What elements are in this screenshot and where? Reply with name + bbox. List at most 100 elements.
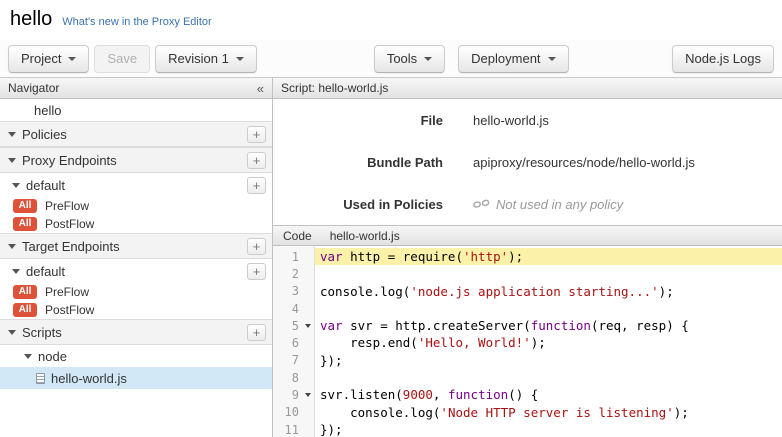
nav-item-node-folder[interactable]: node [0, 345, 272, 367]
code-line-1[interactable]: var http = require('http'); [315, 248, 782, 265]
page-header: hello What's new in the Proxy Editor [0, 0, 782, 40]
project-menu-label: Project [21, 51, 61, 66]
line-number: 8 [273, 371, 302, 385]
nav-item-target-postflow[interactable]: All PostFlow [0, 301, 272, 319]
nav-item-hello-label: hello [34, 103, 61, 118]
line-number: 6 [273, 336, 302, 350]
nav-item-proxy-postflow-label: PostFlow [45, 217, 94, 231]
caret-down-icon [548, 57, 556, 61]
caret-down-icon [424, 57, 432, 61]
add-proxy-flow-button[interactable]: + [247, 177, 266, 194]
add-policy-button[interactable]: + [247, 126, 266, 143]
nav-item-proxy-preflow-label: PreFlow [45, 199, 89, 213]
all-badge: All [13, 217, 37, 231]
caret-down-icon [68, 57, 76, 61]
nav-item-hello-world-js[interactable]: hello-world.js [0, 367, 272, 389]
gutter-line-7[interactable]: 7 [273, 352, 314, 369]
add-target-endpoint-button[interactable]: + [247, 238, 266, 255]
code-line-3[interactable]: console.log('node.js application startin… [315, 283, 782, 300]
nav-item-proxy-preflow[interactable]: All PreFlow [0, 197, 272, 215]
script-panel-title: Script: hello-world.js [281, 81, 388, 95]
add-proxy-endpoint-button[interactable]: + [247, 152, 266, 169]
toolbar: Project Save Revision 1 Tools Deployment… [0, 40, 782, 78]
code-line-2[interactable] [315, 265, 782, 282]
nav-section-policies[interactable]: Policies + [0, 121, 272, 147]
nav-item-node-folder-label: node [38, 349, 67, 364]
nav-item-target-preflow[interactable]: All PreFlow [0, 283, 272, 301]
script-info-form: File hello-world.js Bundle Path apiproxy… [273, 99, 782, 225]
nav-section-scripts[interactable]: Scripts + [0, 319, 272, 345]
gutter-line-11[interactable]: 11 [273, 421, 314, 437]
line-number: 3 [273, 284, 302, 298]
tools-menu-label: Tools [387, 51, 417, 66]
gutter-line-8[interactable]: 8 [273, 369, 314, 386]
gutter-line-2[interactable]: 2 [273, 265, 314, 282]
nav-item-target-default[interactable]: default + [0, 259, 272, 283]
chevron-down-icon [12, 183, 20, 188]
code-gutter[interactable]: 1 2 3 4 5 6 7 8 9 10 11 [273, 246, 315, 437]
save-button[interactable]: Save [94, 45, 150, 73]
gutter-line-3[interactable]: 3 [273, 283, 314, 300]
nav-section-target-endpoints[interactable]: Target Endpoints + [0, 233, 272, 259]
code-line-9[interactable]: svr.listen(9000, function() { [315, 386, 782, 403]
line-number: 5 [273, 319, 302, 333]
page-title: hello [10, 8, 52, 31]
code-line-4[interactable] [315, 300, 782, 317]
bundle-path-row: Bundle Path apiproxy/resources/node/hell… [273, 141, 782, 183]
code-editor[interactable]: 1 2 3 4 5 6 7 8 9 10 11 var http = require('http')… [273, 246, 782, 437]
code-line-11[interactable]: }); [315, 421, 782, 437]
whats-new-link[interactable]: What's new in the Proxy Editor [62, 16, 211, 28]
fold-arrow-icon[interactable] [302, 393, 314, 397]
code-line-7[interactable]: }); [315, 352, 782, 369]
line-number: 9 [273, 388, 302, 402]
code-line-10[interactable]: console.log('Node HTTP server is listeni… [315, 404, 782, 421]
nav-section-policies-label: Policies [22, 127, 67, 142]
add-target-flow-button[interactable]: + [247, 263, 266, 280]
file-label: File [273, 113, 443, 128]
nodejs-logs-label: Node.js Logs [685, 51, 761, 66]
navigator-panel: Navigator « hello Policies + Proxy Endpo… [0, 78, 273, 437]
gutter-line-5[interactable]: 5 [273, 317, 314, 334]
bundle-path-label: Bundle Path [273, 155, 443, 170]
line-number: 10 [273, 405, 302, 419]
collapse-navigator-button[interactable]: « [249, 81, 264, 96]
chevron-down-icon [8, 330, 16, 335]
add-script-button[interactable]: + [247, 324, 266, 341]
nav-item-hello[interactable]: hello [0, 99, 272, 121]
line-number: 2 [273, 267, 302, 281]
code-line-8[interactable] [315, 369, 782, 386]
code-line-6[interactable]: resp.end('Hello, World!'); [315, 334, 782, 351]
nav-item-proxy-postflow[interactable]: All PostFlow [0, 215, 272, 233]
navigator-title: Navigator [8, 81, 59, 95]
gutter-line-10[interactable]: 10 [273, 404, 314, 421]
code-lines[interactable]: var http = require('http'); console.log('… [315, 246, 782, 437]
revision-menu-button[interactable]: Revision 1 [155, 45, 257, 73]
gutter-line-6[interactable]: 6 [273, 334, 314, 351]
line-number: 7 [273, 353, 302, 367]
nav-section-proxy-endpoints[interactable]: Proxy Endpoints + [0, 147, 272, 173]
gutter-line-1[interactable]: 1 [273, 248, 314, 265]
deployment-menu-button[interactable]: Deployment [458, 45, 568, 73]
nav-section-proxy-endpoints-label: Proxy Endpoints [22, 153, 117, 168]
code-line-5[interactable]: var svr = http.createServer(function(req… [315, 317, 782, 334]
all-badge: All [13, 285, 37, 299]
nav-item-proxy-default[interactable]: default + [0, 173, 272, 197]
line-number: 1 [273, 250, 302, 264]
nodejs-logs-button[interactable]: Node.js Logs [672, 45, 774, 73]
project-menu-button[interactable]: Project [8, 45, 89, 73]
chevron-down-icon [12, 269, 20, 274]
nav-item-target-postflow-label: PostFlow [45, 303, 94, 317]
gutter-line-9[interactable]: 9 [273, 386, 314, 403]
nav-section-scripts-label: Scripts [22, 325, 62, 340]
file-row: File hello-world.js [273, 99, 782, 141]
bundle-path-value: apiproxy/resources/node/hello-world.js [473, 155, 695, 170]
nav-section-target-endpoints-label: Target Endpoints [22, 239, 120, 254]
line-number: 4 [273, 302, 302, 316]
tools-menu-button[interactable]: Tools [374, 45, 445, 73]
all-badge: All [13, 303, 37, 317]
used-in-policies-row: Used in Policies Not used in any policy [273, 183, 782, 225]
gutter-line-4[interactable]: 4 [273, 300, 314, 317]
fold-arrow-icon[interactable] [302, 324, 314, 328]
code-file-name: hello-world.js [330, 229, 400, 243]
line-number: 11 [273, 423, 302, 437]
